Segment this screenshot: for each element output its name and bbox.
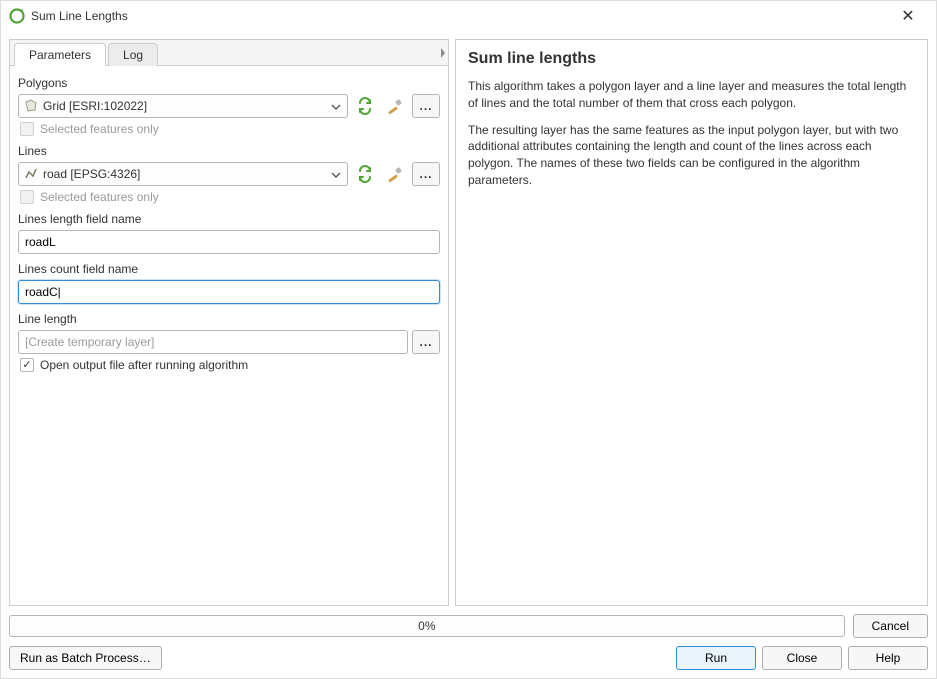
- label-polygons: Polygons: [18, 76, 440, 90]
- progress-bar: 0%: [9, 615, 845, 637]
- button-row: Run as Batch Process… Run Close Help: [9, 646, 928, 670]
- tab-bar: Parameters Log: [10, 40, 448, 66]
- close-button[interactable]: Close: [762, 646, 842, 670]
- left-pane: Parameters Log Polygons Grid [ESRI:10202…: [9, 39, 449, 606]
- label-lines: Lines: [18, 144, 440, 158]
- line-layer-icon: [23, 166, 39, 182]
- label-count-field: Lines count field name: [18, 262, 440, 276]
- lines-selected-only-label: Selected features only: [40, 190, 159, 204]
- browse-output-button[interactable]: ...: [412, 330, 440, 354]
- dialog-footer: 0% Cancel Run as Batch Process… Run Clos…: [1, 606, 936, 678]
- row-lines: road [EPSG:4326]: [18, 162, 440, 186]
- progress-label: 0%: [10, 616, 844, 636]
- chevron-down-icon: [329, 167, 343, 181]
- polygons-layer-text: Grid [ESRI:102022]: [43, 99, 329, 113]
- iterate-lines-button[interactable]: [352, 162, 378, 186]
- browse-lines-button[interactable]: ...: [412, 162, 440, 186]
- output-path-input[interactable]: [18, 330, 408, 354]
- help-button[interactable]: Help: [848, 646, 928, 670]
- iterate-polygons-button[interactable]: [352, 94, 378, 118]
- row-output: ...: [18, 330, 440, 354]
- browse-polygons-button[interactable]: ...: [412, 94, 440, 118]
- dialog-body: Parameters Log Polygons Grid [ESRI:10202…: [1, 31, 936, 606]
- lines-selected-only-checkbox: [20, 190, 34, 204]
- advanced-lines-button[interactable]: [382, 162, 408, 186]
- progress-row: 0% Cancel: [9, 614, 928, 638]
- label-length-field: Lines length field name: [18, 212, 440, 226]
- run-button[interactable]: Run: [676, 646, 756, 670]
- open-output-checkbox[interactable]: [20, 358, 34, 372]
- open-output-label: Open output file after running algorithm: [40, 358, 248, 372]
- lines-layer-text: road [EPSG:4326]: [43, 167, 329, 181]
- help-paragraph-1: This algorithm takes a polygon layer and…: [468, 78, 915, 112]
- length-field-input[interactable]: [18, 230, 440, 254]
- polygon-layer-icon: [23, 98, 39, 114]
- advanced-polygons-button[interactable]: [382, 94, 408, 118]
- cancel-button[interactable]: Cancel: [853, 614, 928, 638]
- open-output-row: Open output file after running algorithm: [20, 358, 440, 372]
- window-title: Sum Line Lengths: [31, 9, 888, 23]
- polygons-selected-only-label: Selected features only: [40, 122, 159, 136]
- tab-log[interactable]: Log: [108, 43, 158, 66]
- count-field-input[interactable]: [18, 280, 440, 304]
- chevron-down-icon: [329, 99, 343, 113]
- lines-selected-only-row: Selected features only: [20, 190, 440, 204]
- label-output: Line length: [18, 312, 440, 326]
- tab-parameters[interactable]: Parameters: [14, 43, 106, 66]
- help-pane: Sum line lengths This algorithm takes a …: [455, 39, 928, 606]
- polygons-selected-only-checkbox: [20, 122, 34, 136]
- run-batch-button[interactable]: Run as Batch Process…: [9, 646, 162, 670]
- polygons-layer-select[interactable]: Grid [ESRI:102022]: [18, 94, 348, 118]
- help-paragraph-2: The resulting layer has the same feature…: [468, 122, 915, 189]
- dialog-window: Sum Line Lengths ✕ Parameters Log Polygo…: [0, 0, 937, 679]
- help-title: Sum line lengths: [468, 50, 915, 68]
- lines-layer-select[interactable]: road [EPSG:4326]: [18, 162, 348, 186]
- titlebar: Sum Line Lengths ✕: [1, 1, 936, 31]
- row-polygons: Grid [ESRI:102022]: [18, 94, 440, 118]
- close-icon[interactable]: ✕: [888, 6, 928, 26]
- app-icon: [9, 8, 25, 24]
- parameters-form: Polygons Grid [ESRI:102022]: [10, 66, 448, 605]
- polygons-selected-only-row: Selected features only: [20, 122, 440, 136]
- pane-collapse-handle[interactable]: [437, 40, 449, 66]
